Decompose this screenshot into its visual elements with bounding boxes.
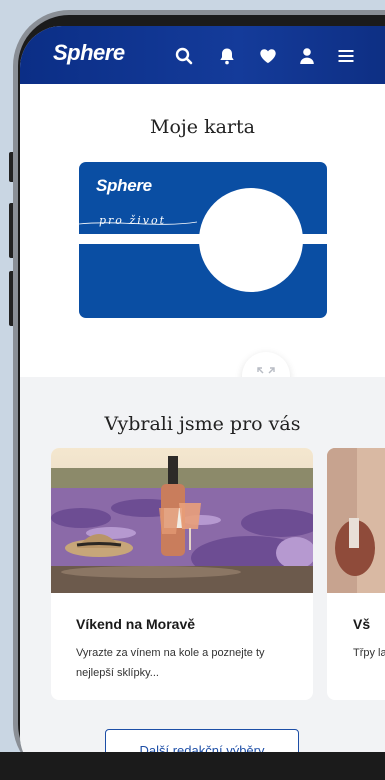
editorial-selections-section: Vybrali jsme pro vás Víkend na Moravě Vy… bbox=[20, 377, 385, 778]
tile-title: Víkend na Moravě bbox=[76, 616, 196, 632]
my-card-section: Moje karta Sphere pro život bbox=[20, 84, 385, 400]
top-navigation-bar: Sphere bbox=[20, 26, 385, 84]
selections-title: Vybrali jsme pro vás bbox=[104, 413, 301, 435]
card-tagline: pro život bbox=[99, 214, 166, 227]
search-icon[interactable] bbox=[174, 46, 194, 66]
card-logo: Sphere bbox=[96, 176, 152, 195]
my-card-title: Moje karta bbox=[150, 116, 255, 138]
tile-description: Vyrazte za vínem na kole a poznejte ty n… bbox=[76, 647, 265, 679]
menu-icon[interactable] bbox=[336, 46, 356, 66]
article-tile[interactable]: Vš Třpy laho bbox=[327, 448, 385, 700]
article-tile[interactable]: Víkend na Moravě Vyrazte za vínem na kol… bbox=[51, 448, 313, 700]
tile-title: Vš bbox=[353, 616, 371, 632]
user-icon[interactable] bbox=[297, 46, 317, 66]
tile-description: Třpy laho bbox=[353, 647, 385, 659]
article-image bbox=[327, 448, 385, 593]
heart-icon[interactable] bbox=[258, 46, 278, 66]
sphere-logo[interactable]: Sphere bbox=[53, 40, 125, 66]
bell-icon[interactable] bbox=[217, 46, 237, 66]
phone-bottom-bezel bbox=[0, 752, 385, 780]
loyalty-card[interactable]: Sphere pro život bbox=[79, 162, 327, 318]
lavender-wine-image bbox=[51, 448, 313, 593]
app-screen: Sphere Moje karta Sphere pro život Vybra… bbox=[20, 26, 385, 778]
